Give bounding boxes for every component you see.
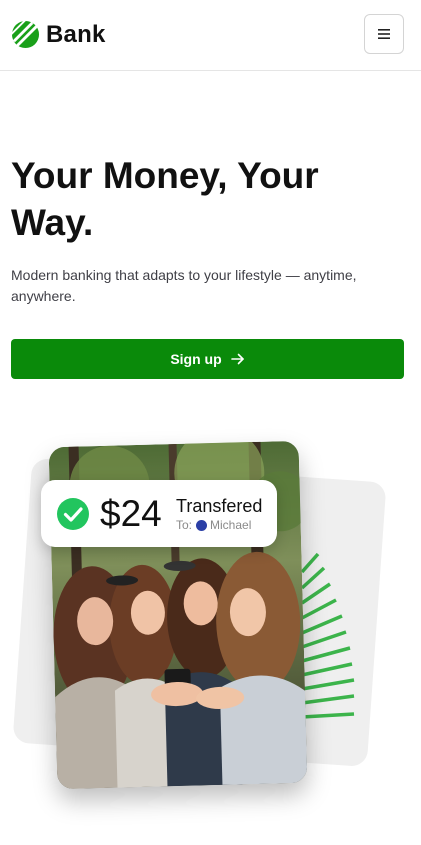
hamburger-icon xyxy=(378,29,390,39)
hero-subtitle: Modern banking that adapts to your lifes… xyxy=(11,267,357,304)
hero-title: Your Money, Your Way. xyxy=(11,155,319,243)
transfer-amount: $24 xyxy=(100,493,162,534)
arrow-right-icon xyxy=(230,353,244,365)
transfer-recipient: To: Michael xyxy=(176,518,251,532)
bank-logo-icon xyxy=(11,20,40,49)
check-circle-icon xyxy=(57,498,89,530)
menu-button[interactable] xyxy=(364,14,404,54)
recipient-name: Michael xyxy=(210,518,252,532)
recipient-prefix: To: xyxy=(176,518,193,532)
transfer-notification: $24 Transfered To: Michael xyxy=(41,480,277,547)
decorative-stripes xyxy=(300,552,355,719)
brand-logo[interactable]: Bank xyxy=(11,20,106,49)
sign-up-label: Sign up xyxy=(170,351,222,367)
recipient-avatar xyxy=(196,519,208,531)
transfer-status-label: Transfered xyxy=(176,496,263,516)
site-header: Bank xyxy=(0,0,421,71)
brand-name: Bank xyxy=(46,20,106,48)
sign-up-button[interactable]: Sign up xyxy=(11,339,404,379)
